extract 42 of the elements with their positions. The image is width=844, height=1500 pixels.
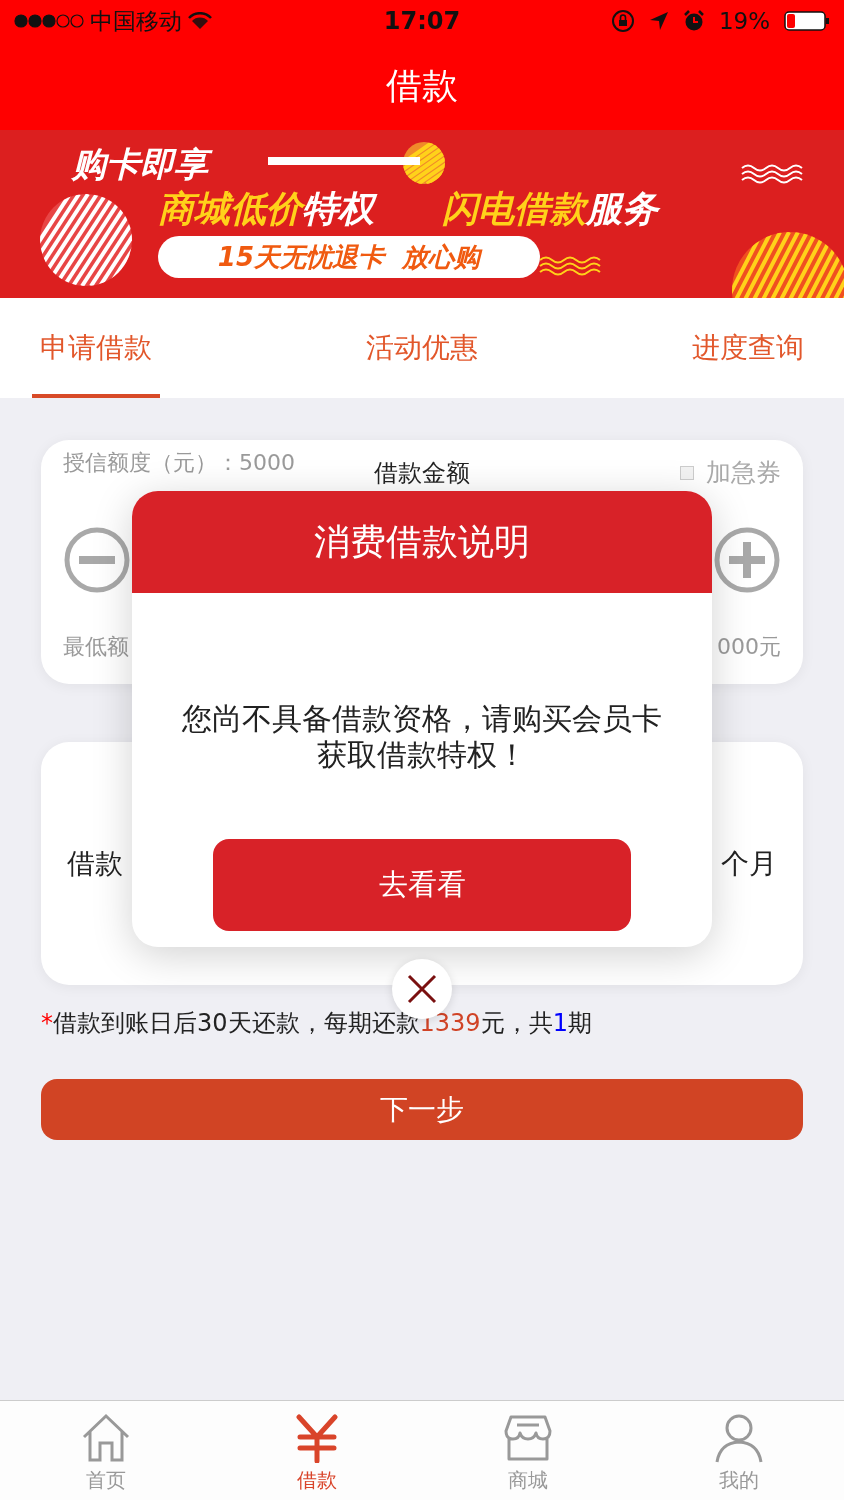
page-title: 借款: [386, 63, 458, 108]
minimum-amount: 最低额: [63, 633, 129, 661]
next-button[interactable]: 下一步: [41, 1079, 803, 1140]
plus-circle-icon: [713, 526, 781, 594]
increase-button[interactable]: [713, 526, 781, 594]
tab[interactable]: 进度查询: [684, 298, 812, 398]
battery-percent: 19%: [718, 8, 770, 34]
signal-icon: [14, 14, 84, 28]
wifi-icon: [188, 12, 212, 30]
credit-limit: 授信额度（元）：5000: [63, 449, 295, 477]
battery-icon: [784, 11, 830, 31]
alarm-icon: [682, 10, 705, 32]
store-icon: [502, 1413, 553, 1463]
term-label: 借款: [67, 845, 123, 882]
status-time: 17:07: [383, 7, 461, 35]
banner-slogan: 闪电借款服务: [442, 186, 666, 232]
urgent-coupon-checkbox[interactable]: 加急券: [680, 456, 781, 489]
rotation-lock-icon: [610, 9, 635, 33]
dialog-message: 您尚不具备借款资格，请购买会员卡获取借款特权！: [181, 701, 663, 773]
banner-pill: 15天无忧退卡 放心购: [158, 236, 540, 278]
tab[interactable]: 活动优惠: [358, 298, 486, 398]
nav-item[interactable]: 商城: [422, 1401, 633, 1500]
person-icon: [713, 1413, 764, 1463]
term-unit: 个月: [721, 845, 777, 882]
close-icon: [407, 974, 437, 1004]
promo-banner[interactable]: 购卡即享 商城低价特权 闪电借款服务 15天无忧退卡 放心购: [0, 130, 844, 298]
dialog-title: 消费借款说明: [314, 519, 530, 564]
tab[interactable]: 申请借款: [32, 298, 160, 398]
banner-headline: 购卡即享: [72, 142, 216, 186]
wavy-lines: [539, 256, 601, 276]
carrier-name: 中国移动: [90, 6, 182, 36]
location-arrow-icon: [648, 11, 669, 31]
amount-title: 借款金额: [374, 459, 470, 487]
go-see-button[interactable]: 去看看: [213, 839, 631, 931]
nav-item[interactable]: 我的: [633, 1401, 844, 1500]
nav-item[interactable]: 首页: [0, 1401, 211, 1500]
nav-item[interactable]: 借款: [211, 1401, 422, 1500]
wavy-lines: [741, 164, 803, 184]
minus-circle-icon: [63, 526, 131, 594]
maximum-amount: 000元: [717, 633, 781, 661]
decrease-button[interactable]: [63, 526, 131, 594]
banner-slogan: 商城低价特权: [158, 186, 382, 232]
